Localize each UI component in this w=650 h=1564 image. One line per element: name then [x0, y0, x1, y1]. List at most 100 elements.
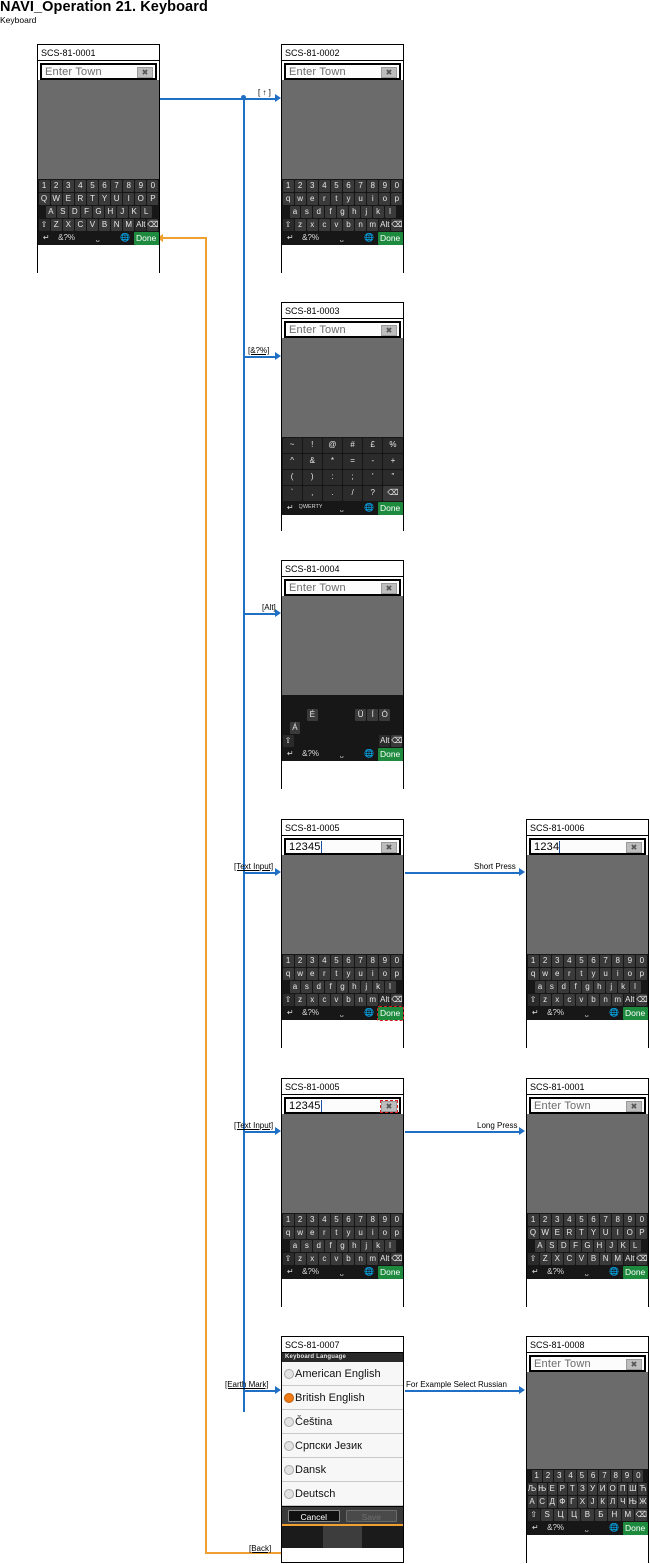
key[interactable]: D [558, 1239, 570, 1252]
list-item[interactable]: Dansk [282, 1458, 403, 1482]
key[interactable] [318, 695, 330, 708]
key[interactable]: ` [282, 485, 302, 501]
key[interactable]: G [93, 205, 104, 218]
alt-key[interactable]: Alt [135, 218, 147, 231]
backspace-icon[interactable]: ⌫ [391, 1252, 403, 1265]
key[interactable]: 0 [391, 179, 403, 192]
clear-x-icon[interactable]: ✖ [380, 1100, 398, 1113]
key[interactable]: m [367, 993, 379, 1006]
key[interactable]: 9 [624, 954, 636, 967]
key[interactable]: К [598, 1495, 608, 1508]
key[interactable] [294, 695, 306, 708]
key[interactable]: U [600, 1226, 612, 1239]
key[interactable]: U [111, 192, 123, 205]
key[interactable]: - [363, 453, 383, 469]
done-key[interactable]: Done [622, 1521, 648, 1535]
key[interactable]: M [612, 1252, 624, 1265]
key[interactable]: m [367, 218, 379, 231]
key[interactable]: 0 [633, 1469, 644, 1482]
key[interactable]: В [581, 1508, 594, 1521]
key[interactable]: А [527, 1495, 537, 1508]
key[interactable]: r [318, 192, 330, 205]
key[interactable] [342, 695, 355, 708]
key[interactable]: , [302, 485, 322, 501]
key[interactable]: k [617, 980, 629, 993]
key[interactable]: 8 [610, 1469, 621, 1482]
key[interactable]: e [306, 1226, 318, 1239]
clear-x-icon[interactable]: ✖ [626, 1359, 642, 1370]
return-arrow-icon[interactable]: ↵ [282, 1265, 298, 1279]
key[interactable]: l [384, 1239, 396, 1252]
key[interactable]: g [337, 205, 348, 218]
key[interactable]: 3 [554, 1469, 565, 1482]
key[interactable]: i [367, 967, 379, 980]
key[interactable]: Њ [628, 1495, 638, 1508]
key[interactable]: 9 [135, 179, 147, 192]
space-bar-icon[interactable]: ⎵ [323, 501, 361, 515]
key[interactable]: d [313, 1239, 325, 1252]
text-input-field[interactable]: Enter Town ✖ [284, 321, 401, 338]
key[interactable]: М [621, 1508, 634, 1521]
list-item[interactable]: Čeština [282, 1410, 403, 1434]
backspace-icon[interactable]: ⌫ [391, 218, 403, 231]
key[interactable]: o [379, 192, 391, 205]
key[interactable]: r [318, 1226, 330, 1239]
key[interactable]: 1 [527, 1213, 539, 1226]
symbol-key[interactable]: &?% [298, 1265, 323, 1279]
key[interactable]: g [582, 980, 593, 993]
return-arrow-icon[interactable]: ↵ [282, 231, 298, 245]
key[interactable]: v [330, 1252, 342, 1265]
key[interactable]: 1 [38, 179, 50, 192]
key[interactable] [355, 695, 367, 708]
key[interactable]: Л [608, 1495, 618, 1508]
key[interactable]: n [355, 1252, 367, 1265]
text-input-field[interactable]: 12345 ✖ [284, 1097, 401, 1114]
earth-mark-icon[interactable]: 🌐 [606, 1265, 622, 1279]
key[interactable] [330, 734, 342, 747]
key[interactable]: 8 [367, 179, 379, 192]
key[interactable]: n [600, 993, 612, 1006]
key[interactable]: % [383, 437, 403, 453]
key[interactable]: i [367, 192, 379, 205]
key[interactable] [337, 721, 348, 734]
key[interactable]: ? [363, 485, 383, 501]
radio-icon[interactable] [284, 1464, 294, 1475]
symbol-key[interactable]: &?% [543, 1521, 568, 1535]
key[interactable]: 4 [565, 1469, 576, 1482]
key[interactable]: w [294, 967, 306, 980]
key[interactable]: s [301, 205, 313, 218]
bottom-tab[interactable] [323, 1526, 362, 1548]
key[interactable]: Ж [638, 1495, 648, 1508]
key[interactable]: Љ [527, 1482, 537, 1495]
key[interactable]: С [537, 1495, 547, 1508]
done-key[interactable]: Done [377, 231, 403, 245]
key[interactable]: = [343, 453, 363, 469]
key[interactable]: q [282, 192, 294, 205]
key[interactable]: 5 [330, 179, 342, 192]
key[interactable]: a [289, 980, 301, 993]
key[interactable]: y [342, 1226, 355, 1239]
key[interactable]: x [306, 1252, 318, 1265]
return-arrow-icon[interactable]: ↵ [282, 1006, 298, 1020]
key[interactable]: ; [343, 469, 363, 485]
key[interactable]: j [605, 980, 617, 993]
key[interactable]: 7 [600, 954, 612, 967]
text-input-field[interactable]: 1234 ✖ [529, 838, 646, 855]
key[interactable]: 4 [318, 954, 330, 967]
text-input-field[interactable]: Enter Town ✖ [529, 1355, 646, 1372]
key[interactable]: i [367, 1226, 379, 1239]
key[interactable]: n [355, 218, 367, 231]
key[interactable]: Р [557, 1482, 567, 1495]
key[interactable] [342, 734, 355, 747]
key[interactable]: 4 [318, 179, 330, 192]
key[interactable]: v [330, 993, 342, 1006]
key[interactable]: 1 [282, 954, 294, 967]
backspace-icon[interactable]: ⌫ [635, 1508, 648, 1521]
key[interactable]: B [98, 218, 111, 231]
key[interactable]: e [306, 192, 318, 205]
list-item[interactable]: American English [282, 1362, 403, 1386]
key[interactable]: w [294, 1226, 306, 1239]
text-input-field[interactable]: Enter Town ✖ [529, 1097, 646, 1114]
key[interactable]: H [593, 1239, 605, 1252]
key[interactable]: A [45, 205, 57, 218]
